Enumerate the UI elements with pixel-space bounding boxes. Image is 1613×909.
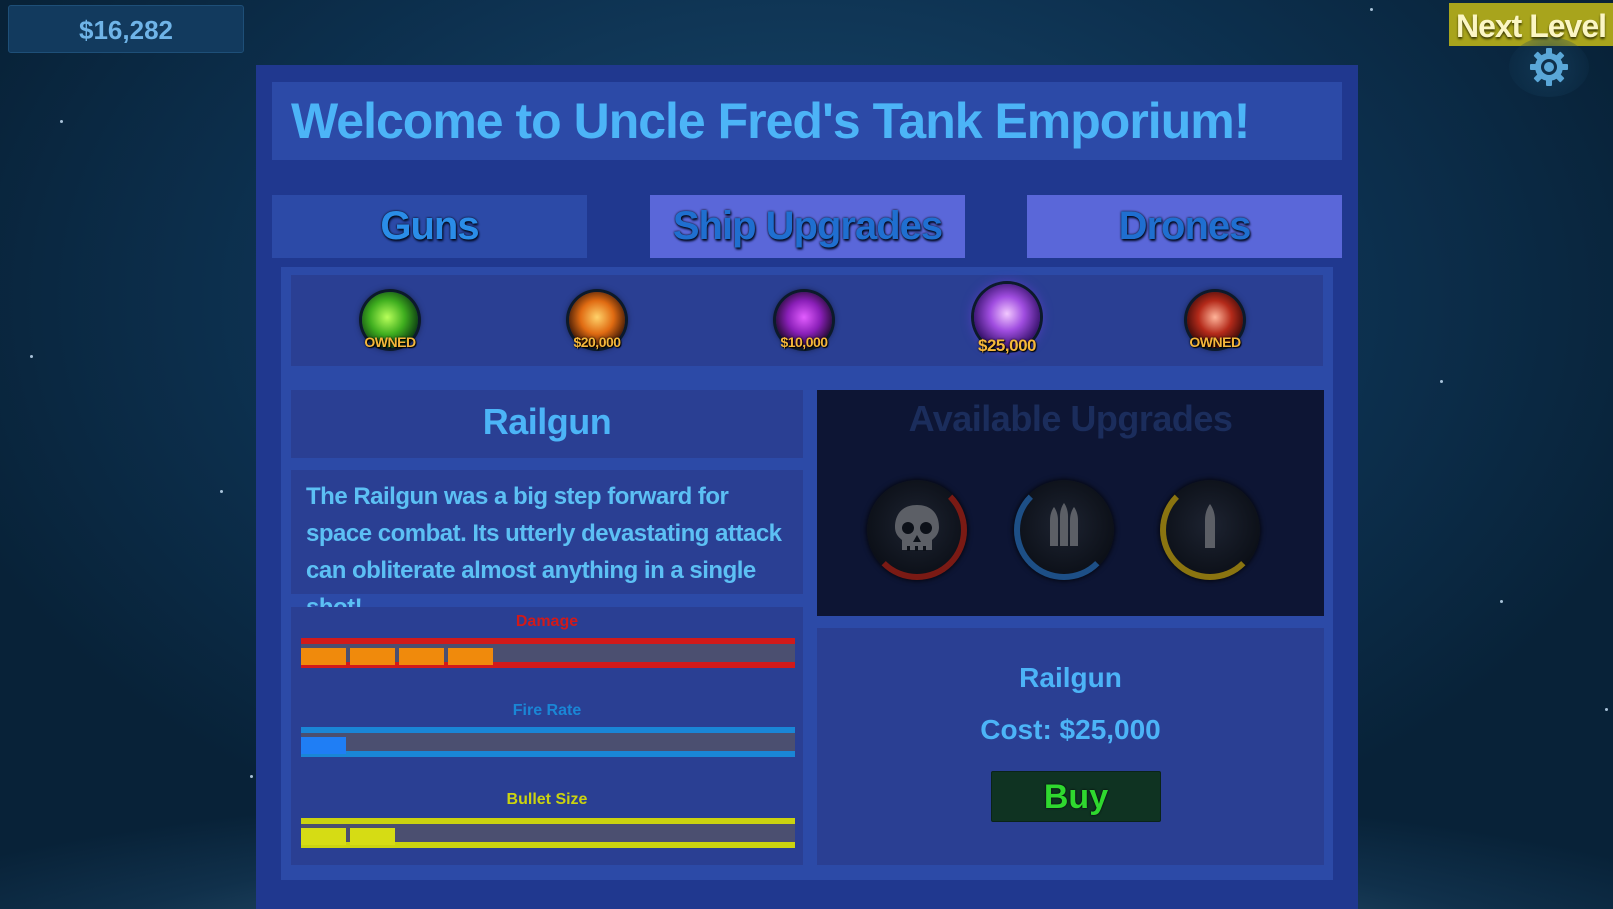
tab-drones[interactable]: Drones [1027, 195, 1342, 258]
gun-price-label: $25,000 [978, 336, 1036, 355]
bar-edge [301, 818, 795, 824]
stat-level-segment [301, 828, 346, 845]
gun-price-label: $10,000 [780, 334, 828, 350]
stat-level-segment [399, 648, 444, 665]
star [60, 120, 63, 123]
stat-level-segment [350, 828, 395, 845]
stat-level-segment [301, 737, 346, 754]
star [1605, 708, 1608, 711]
star [30, 355, 33, 358]
bullet-icon [1205, 504, 1215, 548]
stat-level-segment [301, 648, 346, 665]
bar-edge [301, 638, 795, 644]
settings-button[interactable] [1509, 37, 1589, 97]
stat-label-fire-rate: Fire Rate [512, 702, 582, 719]
skull-icon [895, 505, 939, 551]
stat-label-damage: Damage [515, 613, 579, 630]
money-display: $16,282 [8, 5, 244, 53]
bullet-size-upgrade-button[interactable] [1160, 480, 1260, 580]
gun-stats: Damage Fire Rate Bullet Size [291, 607, 803, 865]
buy-button[interactable]: Buy [991, 771, 1161, 822]
triple-bullet-icon [1050, 503, 1078, 546]
damage-bar [301, 638, 795, 668]
star [1440, 380, 1443, 383]
stat-level-segment [448, 648, 493, 665]
fire-rate-bar [301, 727, 795, 757]
star [220, 490, 223, 493]
damage-upgrade-button[interactable] [867, 480, 967, 580]
star [250, 775, 253, 778]
star [1370, 8, 1373, 11]
purchase-item-name: Railgun [1019, 662, 1122, 693]
gun-description: The Railgun was a big step forward for s… [306, 483, 782, 621]
gun-name-box: Railgun [291, 390, 803, 458]
stat-level-segment [350, 648, 395, 665]
available-upgrades-panel: Available Upgrades [817, 390, 1324, 616]
bullet-size-bar [301, 818, 795, 848]
gun-name: Railgun [482, 401, 612, 442]
tab-ship-upgrades[interactable]: Ship Upgrades [650, 195, 965, 258]
upgrades-header: Available Upgrades [908, 398, 1233, 439]
stat-label-bullet-size: Bullet Size [506, 791, 588, 808]
gun-description-box: The Railgun was a big step forward for s… [291, 470, 803, 621]
star [1500, 600, 1503, 603]
shop-title-bar: Welcome to Uncle Fred's Tank Emporium! [272, 82, 1342, 160]
shop-title: Welcome to Uncle Fred's Tank Emporium! [291, 93, 1250, 149]
fire-rate-upgrade-button[interactable] [1014, 480, 1114, 580]
gun-price-label: OWNED [1189, 334, 1241, 350]
gun-price-label: $20,000 [573, 334, 621, 350]
gun-price-label: OWNED [364, 334, 416, 350]
bar-edge [301, 751, 795, 757]
purchase-cost: Cost: $25,000 [980, 714, 1161, 745]
bar-edge [301, 727, 795, 733]
purchase-panel: Railgun Cost: $25,000 Buy [817, 628, 1324, 865]
gear-icon [1530, 48, 1568, 86]
tab-guns[interactable]: Guns [272, 195, 587, 258]
